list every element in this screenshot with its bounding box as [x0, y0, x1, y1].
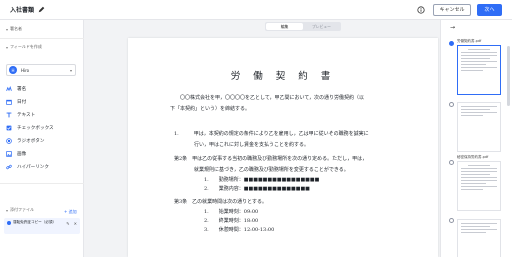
fields-section-label: フィールドを作成	[10, 44, 42, 49]
document-line: 行い，甲はこれに対し賃金を支払うことを約する。	[174, 142, 310, 148]
tool-label: 署名	[17, 87, 27, 92]
contract-title: 労 働 契 約 書	[230, 71, 336, 82]
divider	[0, 38, 84, 39]
next-button[interactable]: 次へ	[477, 3, 502, 16]
avatar: H	[9, 66, 17, 74]
thumbnail-content	[461, 106, 497, 118]
document-line: 2. 業務内容：■■■■■■■■■■■■■■	[204, 186, 310, 192]
arrow-right-icon[interactable]: →	[450, 24, 455, 31]
chevron-down-icon: ▾	[6, 207, 9, 213]
page-thumbnail[interactable]	[457, 102, 501, 152]
info-icon[interactable]	[417, 5, 425, 14]
thumbnail-content	[461, 165, 497, 192]
header-actions: キャンセル 次へ	[417, 3, 502, 16]
app-root: 入社書類 キャンセル 次へ ▾ 署名者 ▾ フィールドを作成 H Hiro ▾ …	[0, 0, 512, 257]
page-select-radio[interactable]	[449, 41, 454, 46]
signer-select[interactable]: H Hiro ▾	[6, 64, 76, 76]
attachment-item[interactable]: 運転免許証コピー（必須） ✎ ✕	[4, 218, 80, 234]
fields-section-header[interactable]: ▾ フィールドを作成	[6, 44, 42, 50]
page-label: 秘密保持誓約書.pdf	[457, 155, 489, 159]
tool-label: 画像	[17, 152, 27, 157]
checkbox-icon	[6, 125, 12, 131]
signer-section-label: 署名者	[10, 26, 23, 31]
attachment-name: 運転免許証コピー（必須）	[13, 220, 57, 224]
page-label: 労働契約書.pdf	[457, 39, 482, 43]
tab-edit[interactable]: 編集	[266, 23, 303, 30]
radio-icon	[6, 138, 12, 144]
page-thumbnails-panel: → 労働契約書.pdf 秘密保持誓約書.pdf	[440, 20, 512, 257]
tool-text[interactable]: テキスト	[6, 110, 76, 120]
page-select-radio[interactable]	[449, 160, 454, 165]
document-line: 第3条 乙の就業時間は次の通りとする。	[174, 199, 268, 205]
attachment-actions: ✎ ✕	[66, 221, 77, 226]
sidebar: ▾ 署名者 ▾ フィールドを作成 H Hiro ▾ 署名 日付 テキスト チェッ…	[0, 20, 84, 257]
page-thumbnail[interactable]	[457, 161, 501, 211]
top-bar: 入社書類 キャンセル 次へ	[0, 0, 512, 20]
tool-image[interactable]: 画像	[6, 149, 76, 159]
chevron-down-icon: ▾	[6, 44, 9, 50]
attachments-section-label: 添付ファイル	[10, 207, 35, 212]
page-thumbnail[interactable]	[457, 45, 501, 95]
calendar-icon	[6, 99, 12, 105]
document-line: 1. 勤務場所：■■■■■■■■■■■■■■■■	[204, 177, 320, 183]
attachment-dot-icon	[7, 221, 11, 225]
document-line: 2. 終業時刻：18:00	[204, 218, 259, 224]
pencil-icon[interactable]	[38, 6, 45, 13]
scrollbar[interactable]	[507, 46, 510, 106]
image-icon	[6, 151, 12, 157]
link-icon	[6, 164, 12, 170]
document-line: 就業規則に基づき，乙の職務及び勤務場所を変更することができる。	[174, 167, 349, 173]
text-icon	[6, 112, 12, 118]
document-line: 〇〇株式会社を甲，〇〇〇〇を乙として，甲乙間において，次の通り労働契約（以	[180, 95, 365, 101]
tool-label: チェックボックス	[17, 126, 54, 131]
signature-icon	[6, 86, 12, 92]
divider	[0, 183, 84, 184]
tool-label: ハイパーリンク	[17, 165, 49, 170]
cancel-button[interactable]: キャンセル	[433, 3, 471, 16]
document-title: 入社書類	[10, 7, 35, 14]
signer-section-header[interactable]: ▾ 署名者	[6, 26, 22, 32]
thumbnail-content	[461, 49, 497, 73]
tool-label: テキスト	[17, 113, 36, 118]
document-line: 1. 甲は，本契約の規定の条件により乙を雇用し，乙は甲に従いその職務を誠実に	[174, 131, 369, 137]
document-line: 3. 休憩時間：12:00-13:00	[204, 227, 275, 233]
document-line: 下「本契約」という）を締結する。	[170, 106, 251, 112]
close-icon[interactable]: ✕	[74, 221, 77, 226]
tool-hyperlink[interactable]: ハイパーリンク	[6, 162, 76, 172]
attachments-section-header[interactable]: ▾ 添付ファイル	[6, 207, 34, 213]
edit-icon[interactable]: ✎	[66, 221, 69, 226]
chevron-down-icon: ▾	[69, 67, 72, 73]
chevron-down-icon: ▾	[6, 26, 9, 32]
tool-signature[interactable]: 署名	[6, 84, 76, 94]
tab-preview[interactable]: プレビュー	[303, 23, 340, 30]
thumbnail-content	[461, 223, 497, 235]
signer-name: Hiro	[21, 67, 30, 73]
page-thumbnail[interactable]	[457, 219, 501, 257]
page-select-radio[interactable]	[449, 218, 454, 223]
tool-radio[interactable]: ラジオボタン	[6, 136, 76, 146]
tool-label: ラジオボタン	[17, 139, 45, 144]
document-line: 第2条 甲は乙の従事する当初の職務及び勤務場所を次の通り定める。ただし，甲は，	[174, 156, 368, 162]
document-line: 1. 始業時刻：09:00	[204, 209, 259, 215]
page-select-radio[interactable]	[449, 102, 454, 107]
tool-checkbox[interactable]: チェックボックス	[6, 123, 76, 133]
tool-date[interactable]: 日付	[6, 97, 76, 107]
document-page[interactable]: 労 働 契 約 書 〇〇株式会社を甲，〇〇〇〇を乙として，甲乙間において，次の通…	[128, 38, 438, 257]
tool-label: 日付	[17, 100, 27, 105]
mode-toggle: 編集 プレビュー	[265, 22, 341, 31]
add-attachment-button[interactable]: + 追加	[64, 209, 77, 215]
